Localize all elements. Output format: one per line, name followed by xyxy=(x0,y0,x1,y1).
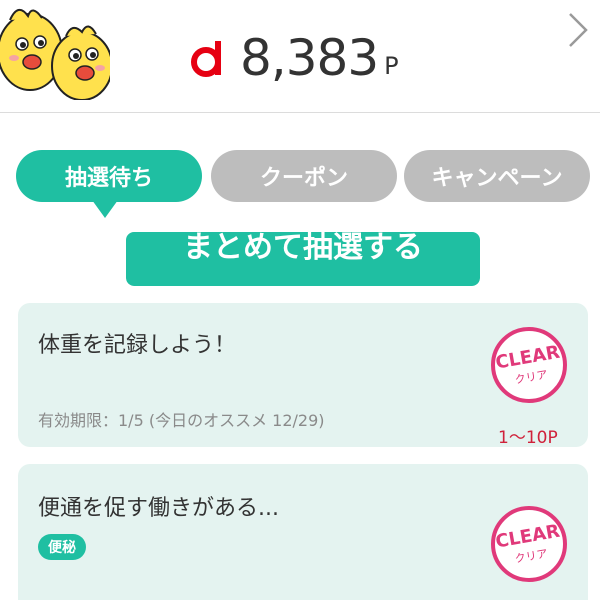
points-balance: 8,383 P xyxy=(188,26,399,90)
d-point-logo-icon xyxy=(188,37,230,79)
tab-coupon[interactable]: クーポン xyxy=(211,150,397,202)
draw-all-label: まとめて抽選する xyxy=(183,232,423,265)
reward-points: 1〜10P xyxy=(498,428,558,448)
clear-badge-icon: CLEAR クリア xyxy=(491,506,567,582)
category-tag: 便秘 xyxy=(38,534,86,560)
active-tab-pointer xyxy=(92,200,118,218)
tab-campaign[interactable]: キャンペーン xyxy=(404,150,590,202)
tab-bar: 抽選待ち クーポン キャンペーン xyxy=(0,150,600,225)
mission-title: 便通を促す働きがある... xyxy=(38,496,279,521)
mission-expiry: 有効期限：1/5 (今日のオススメ 12/29) xyxy=(38,411,325,430)
chevron-right-icon[interactable] xyxy=(566,10,590,50)
mascot-characters-image xyxy=(0,9,110,100)
tab-lottery-waiting[interactable]: 抽選待ち xyxy=(16,150,202,202)
clear-badge-icon: CLEAR クリア xyxy=(491,327,567,403)
points-unit: P xyxy=(384,52,399,80)
draw-all-button[interactable]: まとめて抽選する xyxy=(126,232,480,286)
mission-card[interactable]: 体重を記録しよう！ 有効期限：1/5 (今日のオススメ 12/29) CLEAR… xyxy=(18,303,588,448)
tab-label: クーポン xyxy=(259,166,348,191)
category-tag-label: 便秘 xyxy=(48,540,76,556)
mission-card[interactable]: 便通を促す働きがある... 便秘 CLEAR クリア xyxy=(18,464,588,600)
tab-label: 抽選待ち xyxy=(64,166,153,191)
tab-label: キャンペーン xyxy=(431,166,563,191)
header: 8,383 P xyxy=(0,0,600,113)
points-value: 8,383 xyxy=(240,29,379,87)
lottery-button-container: まとめて抽選する xyxy=(126,232,480,286)
mission-title: 体重を記録しよう！ xyxy=(38,333,237,358)
